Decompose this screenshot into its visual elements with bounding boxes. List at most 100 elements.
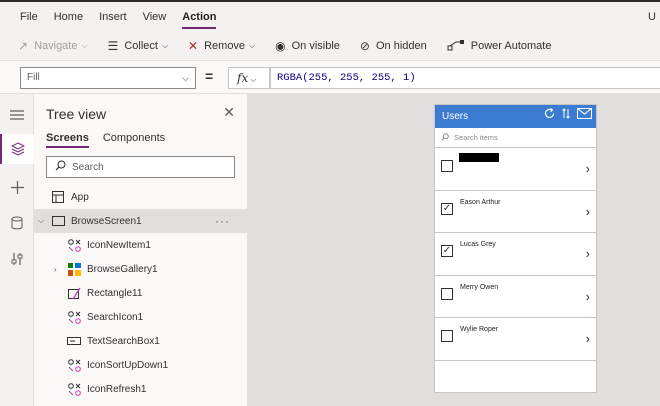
navigate-button[interactable]: ↗ Navigate ⌵ [18,32,88,60]
menu-view[interactable]: View [143,2,167,32]
flow-icon [447,39,465,53]
menu-home[interactable]: Home [54,2,83,32]
collect-list-icon: ☰ [107,39,119,53]
gallery-checkbox[interactable] [441,287,453,300]
tree-item-iconnewitem1[interactable]: IconNewItem1 [34,233,248,257]
tree-item-label: SearchIcon1 [87,311,144,323]
chevron-right-icon[interactable]: › [586,204,590,219]
textbox-icon [66,334,82,348]
tree-view-panel: Tree view ✕ Screens Components Search Ap… [34,94,248,406]
app-search-box[interactable]: Search items [435,128,596,148]
hamburger-menu-icon[interactable] [0,100,34,130]
sort-up-down-icon[interactable] [562,108,570,122]
close-icon[interactable]: ✕ [223,104,235,121]
gallery-item-name: Lucas Grey [460,241,496,248]
mail-icon[interactable] [576,107,593,122]
property-value: Fill [27,72,40,83]
gallery-checkbox[interactable]: ✓ [441,245,453,257]
menu-right-truncated[interactable]: U [648,2,656,32]
tree-item-iconrefresh1[interactable]: IconRefresh1 [34,377,248,401]
chevron-down-icon: ⌵ [249,41,256,50]
gallery-item[interactable]: › [435,148,596,191]
gallery-item[interactable]: Wylie Roper › [435,318,596,361]
tree-item-textsearchbox1[interactable]: TextSearchBox1 [34,329,248,353]
gallery-item[interactable]: Merry Owen › [435,276,596,318]
remove-x-icon: ✕ [188,39,199,53]
tree-item-label: BrowseGallery1 [87,263,158,275]
gallery-item-name: Merry Owen [460,283,499,291]
tree-item-label: TextSearchBox1 [87,335,160,347]
collect-button[interactable]: ☰ Collect ⌵ [108,32,168,60]
tree-item-rectangle11[interactable]: Rectangle11 [34,281,248,305]
more-options-icon[interactable]: ··· [215,214,230,228]
menu-insert[interactable]: Insert [99,2,127,32]
tree-item-label: IconSortUpDown1 [87,359,169,371]
layers-icon[interactable] [0,134,34,164]
gallery-checkbox[interactable]: ✓ [441,202,453,215]
on-visible-button[interactable]: ◉ On visible [275,32,340,60]
tab-components[interactable]: Components [103,132,165,148]
tree-item-label: Rectangle11 [87,287,143,299]
power-automate-button[interactable]: Power Automate [447,32,551,60]
tree-item-label: IconNewItem1 [87,239,151,251]
tree-item-label: IconRefresh1 [87,383,147,395]
gallery-checkbox[interactable] [441,330,453,342]
on-hidden-button[interactable]: ⊘ On hidden [360,32,427,60]
remove-label: Remove [204,40,246,52]
tree-search-input[interactable]: Search [46,156,235,178]
app-header-icons [537,107,593,122]
tree-item-browsescreen1[interactable]: ⌵ BrowseScreen1 ··· [34,209,248,233]
fx-label: fx [237,71,249,85]
menu-action[interactable]: Action [182,2,217,32]
plus-icon[interactable] [0,172,34,202]
tree-item-searchicon1[interactable]: SearchIcon1 [34,305,248,329]
tree-item-app[interactable]: App [34,185,248,209]
control-icon [66,382,82,396]
tree-tabs: Screens Components [46,132,179,148]
on-hidden-label: On hidden [375,40,427,52]
menu-file[interactable]: File [20,2,38,32]
rectangle-icon [66,286,82,300]
menu-bar: File Home Insert View Action U [0,2,660,32]
remove-button[interactable]: ✕ Remove ⌵ [188,32,255,60]
formula-input[interactable]: RGBA(255, 255, 255, 1) [270,67,660,89]
command-bar: ↗ Navigate ⌵ ☰ Collect ⌵ ✕ Remove ⌵ ◉ On… [0,32,660,60]
tree-view-title: Tree view [46,106,107,122]
equals-sign: = [205,68,214,84]
navigate-arrow-icon: ↗ [18,39,29,53]
app-header: Users [435,105,596,128]
left-rail [0,94,34,406]
chevron-down-icon: ⌵ [161,41,169,50]
gallery-item[interactable]: Eason Arthur ✓ › [435,191,596,233]
chevron-right-icon[interactable]: › [586,246,590,261]
chevron-right-icon[interactable]: › [54,265,57,274]
chevron-right-icon[interactable]: › [586,331,590,346]
advanced-tools-icon[interactable] [0,244,34,274]
search-icon [55,160,66,174]
tree-item-label: BrowseScreen1 [71,215,142,227]
control-icon [66,238,82,252]
refresh-icon[interactable] [544,108,555,122]
chevron-down-icon[interactable]: ⌵ [38,216,44,226]
control-icon [66,358,82,372]
gallery-checkbox[interactable] [441,160,453,172]
tab-screens[interactable]: Screens [46,132,89,148]
gallery-item-name: Wylie Roper [460,326,499,333]
on-visible-label: On visible [291,40,340,52]
chevron-right-icon[interactable]: › [586,289,590,304]
eye-hidden-icon: ⊘ [359,39,370,53]
screen-icon [50,214,66,228]
fx-button[interactable]: fx ⌵ [228,67,270,89]
tree-item-iconsortupdown1[interactable]: IconSortUpDown1 [34,353,248,377]
eye-icon: ◉ [275,39,286,53]
gallery-item[interactable]: Lucas Grey ✓ › [435,233,596,276]
app-title: Users [442,111,469,122]
property-dropdown[interactable]: Fill ⌵ [20,67,196,89]
chevron-right-icon[interactable]: › [586,161,590,176]
chevron-down-icon: ⌵ [250,75,257,84]
tree-item-browsegallery1[interactable]: › BrowseGallery1 [34,257,248,281]
gallery-item-name: Eason Arthur [460,198,501,206]
app-preview[interactable]: Users Search items › Eason Arthur ✓ › Lu… [434,104,597,393]
chevron-down-icon: ⌵ [81,41,88,50]
database-icon[interactable] [0,208,34,238]
